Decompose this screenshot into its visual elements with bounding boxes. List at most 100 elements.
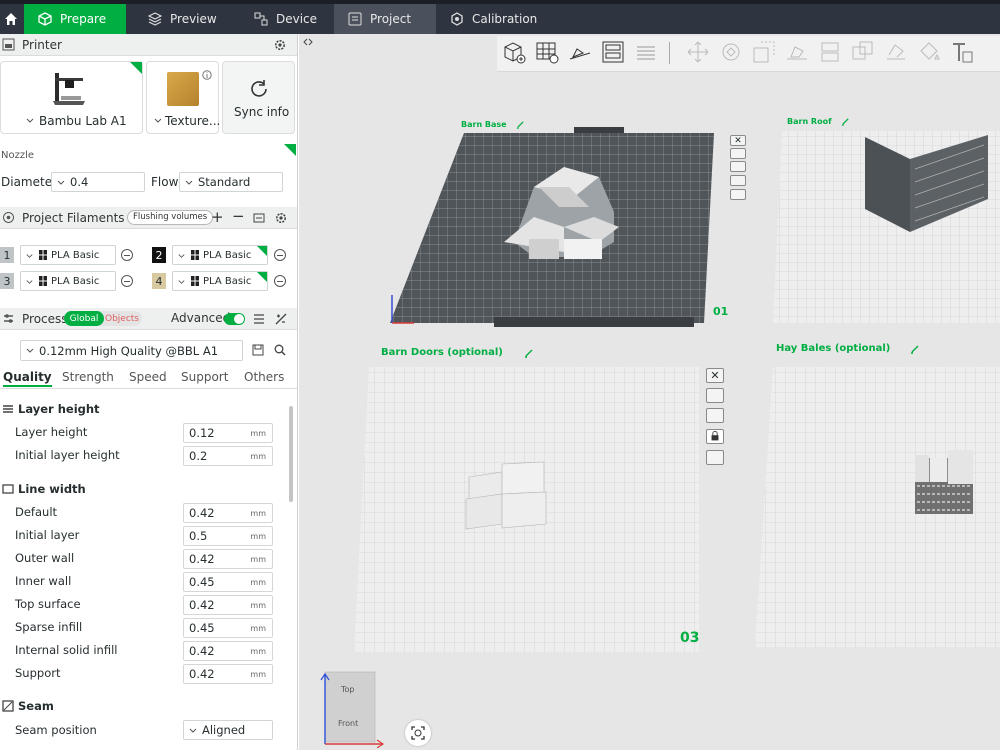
nozzle-diameter-select[interactable]: 0.4 — [51, 172, 145, 192]
tab-device[interactable]: Device — [240, 4, 331, 34]
filament-slot-4[interactable]: 4 — [152, 273, 166, 289]
tab-support[interactable]: Support — [181, 370, 228, 384]
filament-select-2[interactable]: PLA Basic — [172, 245, 268, 265]
split-layers-icon[interactable] — [633, 39, 659, 65]
params-scrollbar[interactable] — [289, 406, 293, 502]
plate-1-orient-icon[interactable] — [730, 148, 746, 159]
tab-preview[interactable]: Preview — [134, 4, 231, 34]
move-icon[interactable] — [685, 39, 711, 65]
plate-4-name[interactable]: Hay Bales (optional) — [776, 343, 890, 354]
filament-sync-icon[interactable] — [253, 212, 265, 224]
list-icon[interactable] — [253, 313, 265, 325]
printer-model-card[interactable]: Bambu Lab A1 — [0, 61, 143, 134]
seam-position-select[interactable]: Aligned — [183, 720, 273, 740]
plate-1-arrange-icon[interactable] — [730, 161, 746, 172]
nav-cube-top-label[interactable]: Top — [341, 685, 355, 694]
plate-3-edit-icon[interactable] — [524, 348, 534, 358]
internal-solid-infill-line-width-input[interactable]: 0.42 mm — [183, 641, 273, 661]
plate-3-settings-icon[interactable] — [706, 450, 724, 465]
filament-slot-1[interactable]: 1 — [0, 247, 14, 263]
lay-on-face-icon[interactable] — [784, 39, 810, 65]
remove-filament-4-icon[interactable] — [274, 275, 286, 287]
tab-strength[interactable]: Strength — [62, 370, 114, 384]
plate-1-settings-icon[interactable] — [730, 189, 746, 200]
collapse-sidebar-icon[interactable] — [303, 37, 313, 47]
objects-option[interactable]: Objects — [105, 311, 139, 326]
boolean-icon[interactable] — [850, 39, 876, 65]
tab-quality[interactable]: Quality — [3, 370, 52, 387]
flow-select[interactable]: Standard — [179, 172, 283, 192]
plate-4-edit-icon[interactable] — [910, 344, 920, 354]
initial-layer-height-input[interactable]: 0.2 mm — [183, 446, 273, 466]
plate-2-edit-icon[interactable] — [841, 117, 850, 126]
plate-1-delete-icon[interactable]: ✕ — [730, 135, 746, 146]
tab-project[interactable]: Project — [334, 4, 436, 34]
param-value: 0.42 — [189, 552, 215, 566]
flushing-volumes-button[interactable]: Flushing volumes — [127, 210, 214, 225]
plate-4-build-plate[interactable] — [755, 362, 1000, 647]
layer-height-input[interactable]: 0.12 mm — [183, 423, 273, 443]
tab-prepare-label: Prepare — [60, 12, 107, 26]
scale-icon[interactable] — [751, 39, 777, 65]
search-icon[interactable] — [274, 344, 286, 356]
navigation-cube[interactable] — [317, 668, 387, 748]
plate-2-build-plate[interactable] — [770, 127, 1000, 327]
plate-3-orient-icon[interactable] — [706, 388, 724, 403]
filament-slot-2[interactable]: 2 — [152, 247, 166, 263]
initial-layer-line-width-input[interactable]: 0.5 mm — [183, 526, 273, 546]
save-preset-icon[interactable] — [252, 344, 264, 356]
filament-select-4[interactable]: PLA Basic — [172, 271, 268, 291]
plate-1-build-plate[interactable] — [384, 127, 724, 327]
global-option[interactable]: Global — [64, 311, 104, 326]
chevron-down-icon — [26, 118, 34, 123]
hay-bales-model[interactable] — [915, 450, 973, 514]
inner-wall-line-width-input[interactable]: 0.45 mm — [183, 572, 273, 592]
process-preset-select[interactable]: 0.12mm High Quality @BBL A1 — [20, 340, 243, 361]
plate-3-delete-icon[interactable]: ✕ — [706, 368, 724, 383]
add-filament-icon[interactable]: + — [211, 208, 224, 226]
info-icon[interactable] — [202, 70, 212, 80]
fit-view-button[interactable] — [405, 720, 431, 746]
remove-filament-1-icon[interactable] — [121, 249, 133, 261]
add-object-icon[interactable] — [501, 39, 527, 65]
plate-3-arrange-icon[interactable] — [706, 408, 724, 423]
tab-speed[interactable]: Speed — [129, 370, 167, 384]
plate-1-lock-icon[interactable] — [730, 175, 746, 186]
global-objects-toggle[interactable]: Global Objects — [64, 311, 142, 326]
nav-cube-front-label[interactable]: Front — [338, 719, 358, 728]
plate-type-card[interactable]: Texture... — [146, 61, 220, 134]
remove-filament-icon[interactable]: − — [232, 207, 245, 225]
support-line-width-input[interactable]: 0.42 mm — [183, 664, 273, 684]
plate-3-lock-icon[interactable] — [706, 429, 724, 444]
tab-prepare[interactable]: Prepare — [24, 4, 126, 34]
plate-3-build-plate[interactable] — [354, 362, 699, 652]
plate-2-name[interactable]: Barn Roof — [787, 117, 832, 126]
compare-icon[interactable] — [275, 313, 287, 325]
outer-wall-line-width-input[interactable]: 0.42 mm — [183, 549, 273, 569]
sync-info-button[interactable]: Sync info — [222, 61, 295, 134]
filament-settings-gear-icon[interactable] — [275, 212, 287, 224]
color-paint-icon[interactable] — [916, 39, 942, 65]
text-tool-icon[interactable] — [949, 39, 975, 65]
arrange-icon[interactable] — [600, 39, 626, 65]
top-surface-line-width-input[interactable]: 0.42 mm — [183, 595, 273, 615]
filament-slot-3[interactable]: 3 — [0, 273, 14, 289]
advanced-toggle-switch[interactable] — [224, 313, 245, 325]
tab-calibration[interactable]: Calibration — [436, 4, 551, 34]
remove-filament-3-icon[interactable] — [121, 275, 133, 287]
tab-others[interactable]: Others — [244, 370, 284, 384]
home-button[interactable] — [0, 4, 24, 34]
cut-icon[interactable] — [817, 39, 843, 65]
sparse-infill-line-width-input[interactable]: 0.45 mm — [183, 618, 273, 638]
rotate-icon[interactable] — [718, 39, 744, 65]
default-line-width-input[interactable]: 0.42 mm — [183, 503, 273, 523]
remove-filament-2-icon[interactable] — [274, 249, 286, 261]
support-paint-icon[interactable] — [883, 39, 909, 65]
add-plate-icon[interactable] — [534, 39, 560, 65]
printer-settings-gear-icon[interactable] — [274, 39, 286, 51]
3d-viewport[interactable]: Barn Base 01 ✕ Barn Roof Barn Doors (opt… — [299, 34, 1000, 750]
auto-orient-icon[interactable] — [567, 39, 593, 65]
plate-3-name[interactable]: Barn Doors (optional) — [381, 347, 503, 358]
filament-select-1[interactable]: PLA Basic — [20, 245, 116, 265]
filament-select-3[interactable]: PLA Basic — [20, 271, 116, 291]
